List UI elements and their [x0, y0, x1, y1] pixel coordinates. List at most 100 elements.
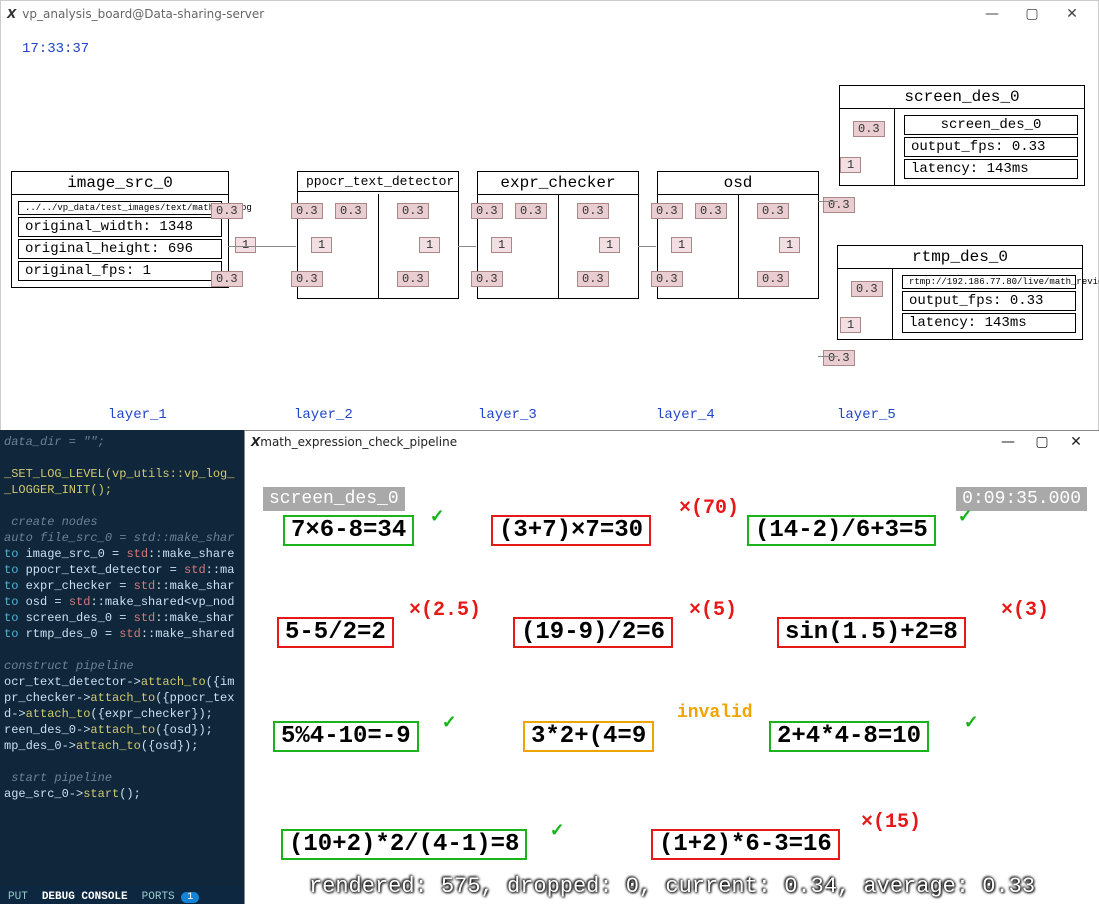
code-line: _LOGGER_INIT(); — [0, 482, 244, 498]
editor-bottombar: PUT DEBUG CONSOLE PORTS 1 — [0, 886, 244, 904]
main-titlebar: X vp_analysis_board@Data-sharing-server … — [1, 1, 1098, 27]
rate-badge: 0.3 — [397, 271, 429, 287]
minimize-button[interactable]: — — [991, 434, 1025, 450]
expr-box: (1+2)*6-3=16 — [651, 829, 840, 860]
node-url: rtmp://192.186.77.80/live/math_review_0 — [902, 275, 1076, 289]
node-row: latency: 143ms — [902, 313, 1076, 333]
divider — [892, 268, 893, 339]
rate-badge: 0.3 — [397, 203, 429, 219]
code-line: pr_checker->attach_to({ppocr_tex — [0, 690, 244, 706]
code-line: d->attach_to({expr_checker}); — [0, 706, 244, 722]
expr-box: 3*2+(4=9 — [523, 721, 654, 752]
check-icon: ✓ — [965, 709, 977, 735]
time-tag: 0:09:35.000 — [956, 487, 1087, 511]
layer-label: layer_1 — [108, 407, 167, 423]
node-row: original_fps: 1 — [18, 261, 222, 281]
one-badge: 1 — [671, 237, 692, 253]
connector — [818, 356, 838, 357]
one-badge: 1 — [599, 237, 620, 253]
node-row: latency: 143ms — [904, 159, 1078, 179]
node-title: expr_checker — [478, 172, 638, 195]
connector — [228, 246, 296, 247]
cross-icon: ×(3) — [1001, 599, 1049, 622]
expr-box: 2+4*4-8=10 — [769, 721, 929, 752]
code-editor[interactable]: data_dir = ""; _SET_LOG_LEVEL(vp_utils::… — [0, 430, 244, 904]
cross-icon: ×(5) — [689, 599, 737, 622]
app-logo-icon: X — [7, 7, 16, 21]
code-line: to osd = std::make_shared<vp_nod — [0, 594, 244, 610]
ports-count: 1 — [181, 892, 199, 903]
invalid-label: invalid — [677, 703, 753, 723]
connector — [458, 246, 476, 247]
rate-badge: 0.3 — [577, 271, 609, 287]
rate-badge: 0.3 — [335, 203, 367, 219]
minimize-button[interactable]: — — [972, 2, 1012, 26]
rate-badge: 0.3 — [471, 203, 503, 219]
cross-icon: ×(2.5) — [409, 599, 481, 622]
tab-output[interactable]: PUT — [8, 889, 28, 904]
expr-box: (19-9)/2=6 — [513, 617, 673, 648]
rate-badge: 0.3 — [291, 271, 323, 287]
check-icon: ✓ — [551, 817, 563, 843]
code-line: data_dir = ""; — [0, 434, 244, 450]
rate-badge: 0.3 — [757, 203, 789, 219]
code-line: auto file_src_0 = std::make_shar — [0, 530, 244, 546]
node-title: ppocr_text_detector — [298, 172, 458, 192]
code-line: age_src_0->start(); — [0, 786, 244, 802]
code-comment: construct pipeline — [0, 658, 244, 674]
rate-badge: 0.3 — [471, 271, 503, 287]
main-window: X vp_analysis_board@Data-sharing-server … — [0, 0, 1099, 432]
inner-window: X math_expression_check_pipeline — ▢ ✕ s… — [244, 430, 1099, 904]
expr-box: 5-5/2=2 — [277, 617, 394, 648]
rate-badge: 0.3 — [823, 350, 855, 366]
layer-label: layer_4 — [656, 407, 715, 423]
render-stats: rendered: 575, dropped: 0, current: 0.34… — [245, 874, 1099, 899]
code-line: ocr_text_detector->attach_to({im — [0, 674, 244, 690]
code-comment: start pipeline — [0, 770, 244, 786]
layer-label: layer_2 — [294, 407, 353, 423]
divider — [894, 108, 895, 185]
node-row: original_width: 1348 — [18, 217, 222, 237]
close-button[interactable]: ✕ — [1059, 434, 1093, 450]
expr-box: (10+2)*2/(4-1)=8 — [281, 829, 527, 860]
rate-badge: 0.3 — [211, 203, 243, 219]
result-canvas: screen_des_0 0:09:35.000 7×6-8=34 ✓ (3+7… — [245, 453, 1099, 904]
inner-title-text: math_expression_check_pipeline — [260, 435, 457, 449]
code-comment: create nodes — [0, 514, 244, 530]
close-button[interactable]: ✕ — [1052, 2, 1092, 26]
main-title: vp_analysis_board@Data-sharing-server — [22, 7, 264, 21]
one-badge: 1 — [840, 157, 861, 173]
node-title: screen_des_0 — [840, 86, 1084, 109]
one-badge: 1 — [235, 237, 256, 253]
node-title: rtmp_des_0 — [838, 246, 1082, 269]
rate-badge: 0.3 — [515, 203, 547, 219]
layer-label: layer_5 — [837, 407, 896, 423]
tab-ports[interactable]: PORTS 1 — [142, 889, 200, 904]
node-row: original_height: 696 — [18, 239, 222, 259]
rate-badge: 0.3 — [695, 203, 727, 219]
expr-box: sin(1.5)+2=8 — [777, 617, 966, 648]
tab-debug-console[interactable]: DEBUG CONSOLE — [42, 889, 128, 904]
expr-box: 7×6-8=34 — [283, 515, 414, 546]
cross-icon: ×(70) — [679, 497, 739, 520]
node-title: osd — [658, 172, 818, 195]
maximize-button[interactable]: ▢ — [1012, 2, 1052, 26]
node-row: screen_des_0 — [904, 115, 1078, 135]
app-logo-icon: X — [251, 435, 260, 449]
node-title: image_src_0 — [12, 172, 228, 195]
code-line: to ppocr_text_detector = std::ma — [0, 562, 244, 578]
one-badge: 1 — [840, 317, 861, 333]
code-line: mp_des_0->attach_to({osd}); — [0, 738, 244, 754]
divider — [558, 194, 559, 298]
check-icon: ✓ — [431, 503, 443, 529]
rate-badge: 0.3 — [651, 203, 683, 219]
code-line: to image_src_0 = std::make_share — [0, 546, 244, 562]
expr-box: 5%4-10=-9 — [273, 721, 419, 752]
expr-box: (3+7)×7=30 — [491, 515, 651, 546]
maximize-button[interactable]: ▢ — [1025, 434, 1059, 450]
inner-titlebar: X math_expression_check_pipeline — ▢ ✕ — [245, 431, 1099, 453]
rate-badge: 0.3 — [577, 203, 609, 219]
divider — [738, 194, 739, 298]
check-icon: ✓ — [443, 709, 455, 735]
node-image-src[interactable]: image_src_0 ../../vp_data/test_images/te… — [11, 171, 229, 288]
